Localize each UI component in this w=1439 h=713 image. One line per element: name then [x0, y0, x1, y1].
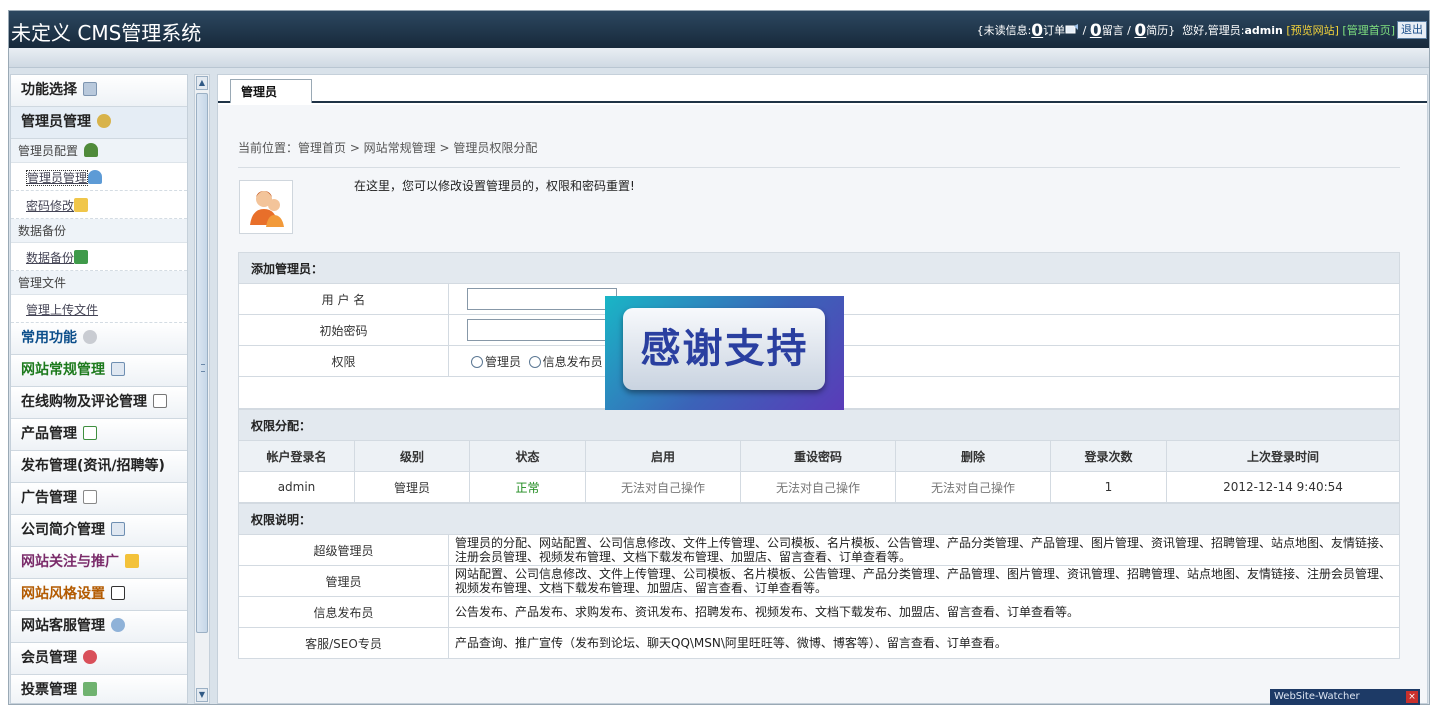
save-icon	[74, 250, 89, 264]
admin-avatar-icon	[250, 191, 284, 227]
sub-head-manage-files: 管理文件	[11, 271, 187, 295]
menu-site-general[interactable]: 网站常规管理	[11, 355, 187, 387]
col-login-count: 登录次数	[1050, 440, 1167, 472]
add-admin-heading: 添加管理员：	[238, 252, 1400, 284]
website-watcher-bar[interactable]: WebSite-Watcher ×	[1270, 689, 1420, 705]
divider	[238, 167, 1400, 168]
table-row: 超级管理员 管理员的分配、网站配置、公司信息修改、文件上传管理、公司模板、名片模…	[238, 534, 1400, 566]
menu-voting[interactable]: 投票管理	[11, 675, 187, 703]
menu-shopping-comments[interactable]: 在线购物及评论管理	[11, 387, 187, 419]
user-add-icon	[97, 114, 111, 128]
resumes-count[interactable]: 0	[1134, 21, 1146, 41]
preview-site-link[interactable]: [预览网站]	[1286, 24, 1339, 37]
admin-name: admin	[1244, 24, 1283, 37]
username-input[interactable]	[467, 288, 617, 310]
permission-desc-table: 权限说明： 超级管理员 管理员的分配、网站配置、公司信息修改、文件上传管理、公司…	[238, 503, 1400, 659]
menu-style-settings[interactable]: 网站风格设置	[11, 579, 187, 611]
col-reset-password: 重设密码	[740, 440, 896, 472]
menu-members[interactable]: 会员管理	[11, 643, 187, 675]
messages-label[interactable]: 留言	[1102, 24, 1124, 37]
menu-admin-management[interactable]: 管理员管理	[11, 107, 187, 139]
menu-ads[interactable]: 广告管理	[11, 483, 187, 515]
greeting: 您好,管理员:	[1182, 24, 1245, 37]
speaker-icon	[125, 554, 139, 568]
sidebar-scrollbar[interactable]: ▲ ▼	[194, 74, 210, 704]
password-label: 初始密码	[238, 314, 449, 346]
top-header: 未定义 CMS管理系统 {未读信息:0订单 / 0留言 / 0简历} 您好,管理…	[9, 11, 1429, 48]
product-add-icon	[83, 426, 97, 440]
group-icon	[83, 650, 97, 664]
scroll-thumb[interactable]	[196, 93, 208, 633]
users-icon	[111, 618, 125, 632]
table-row: 管理员 网站配置、公司信息修改、文件上传管理、公司模板、名片模板、公告管理、产品…	[238, 565, 1400, 597]
app-title: 未定义 CMS管理系统	[11, 21, 202, 45]
menu-customer-service[interactable]: 网站客服管理	[11, 611, 187, 643]
gear-icon	[83, 330, 97, 344]
username-label: 用 户 名	[238, 283, 449, 315]
order-icon	[1065, 24, 1079, 35]
status-badge: 正常	[469, 471, 586, 503]
resumes-label[interactable]: 简历}	[1146, 24, 1175, 37]
header-info: {未读信息:0订单 / 0留言 / 0简历} 您好,管理员:admin [预览网…	[976, 21, 1395, 41]
menu-func-select[interactable]: 功能选择	[11, 75, 187, 107]
sidebar: 功能选择 管理员管理 管理员配置 管理员管理 密码修改 数据备份 数据备份 管理…	[10, 74, 188, 704]
monitor-icon	[83, 82, 97, 96]
avatar	[239, 180, 293, 234]
messages-count[interactable]: 0	[1090, 21, 1102, 41]
col-level: 级别	[354, 440, 470, 472]
thanks-overlay-banner[interactable]: 感谢支持	[605, 296, 844, 410]
col-last-login: 上次登录时间	[1166, 440, 1400, 472]
sidebar-item-data-backup[interactable]: 数据备份	[11, 243, 187, 271]
orders-label[interactable]: 订单	[1043, 24, 1065, 37]
thanks-text: 感谢支持	[640, 326, 809, 372]
logout-button[interactable]: 退出	[1397, 21, 1427, 39]
sidebar-item-admin-management[interactable]: 管理员管理	[11, 163, 187, 191]
sidebar-item-upload-files[interactable]: 管理上传文件	[11, 295, 187, 323]
sidebar-item-password-change[interactable]: 密码修改	[11, 191, 187, 219]
orders-count[interactable]: 0	[1031, 21, 1043, 41]
col-delete: 删除	[895, 440, 1051, 472]
scroll-up-button[interactable]: ▲	[196, 76, 208, 90]
edit-icon	[83, 490, 97, 504]
tip-text: 在这里，您可以修改设置管理员的，权限和密码重置!	[354, 179, 635, 193]
menu-promotion[interactable]: 网站关注与推广	[11, 547, 187, 579]
cart-icon	[153, 394, 167, 408]
table-row: 信息发布员 公告发布、产品发布、求购发布、资讯发布、招聘发布、视频发布、文档下载…	[238, 596, 1400, 628]
permission-assign-table: 权限分配： 帐户登录名 级别 状态 启用 重设密码 删除 登录次数 上次登录时间…	[238, 409, 1400, 503]
radio-admin[interactable]	[471, 355, 483, 368]
table-icon	[111, 362, 125, 376]
permission-label: 权限	[238, 345, 449, 377]
grid-icon	[111, 586, 125, 600]
breadcrumb: 当前位置：管理首页 > 网站常规管理 > 管理员权限分配	[238, 141, 538, 155]
person-icon	[88, 170, 103, 184]
user-icon	[84, 143, 99, 157]
desc-heading: 权限说明：	[238, 503, 1400, 535]
sub-head-admin-config: 管理员配置	[11, 139, 187, 163]
tab-bar: 管理员	[218, 75, 1427, 103]
radio-publisher[interactable]	[528, 355, 541, 368]
tab-admin[interactable]: 管理员	[230, 79, 312, 103]
col-status: 状态	[469, 440, 586, 472]
col-account: 帐户登录名	[238, 440, 355, 472]
admin-home-link[interactable]: [管理首页]	[1342, 24, 1395, 37]
table-row: admin 管理员 正常 无法对自己操作 无法对自己操作 无法对自己操作 1 2…	[238, 471, 1400, 503]
header-band	[9, 48, 1429, 68]
scroll-down-button[interactable]: ▼	[196, 688, 208, 702]
list-icon	[111, 522, 125, 536]
table-row: 客服/SEO专员 产品查询、推广宣传（发布到论坛、聊天QQ\MSN\阿里旺旺等、…	[238, 627, 1400, 659]
menu-common-functions[interactable]: 常用功能	[11, 323, 187, 355]
bar-chart-icon	[83, 682, 97, 696]
menu-company-intro[interactable]: 公司简介管理	[11, 515, 187, 547]
close-icon[interactable]: ×	[1406, 691, 1418, 703]
col-enable: 启用	[585, 440, 741, 472]
menu-products[interactable]: 产品管理	[11, 419, 187, 451]
password-input[interactable]	[467, 319, 617, 341]
menu-publishing[interactable]: 发布管理(资讯/招聘等)	[11, 451, 187, 483]
sub-head-data-backup: 数据备份	[11, 219, 187, 243]
assign-heading: 权限分配：	[238, 409, 1400, 441]
folder-icon	[74, 198, 89, 212]
